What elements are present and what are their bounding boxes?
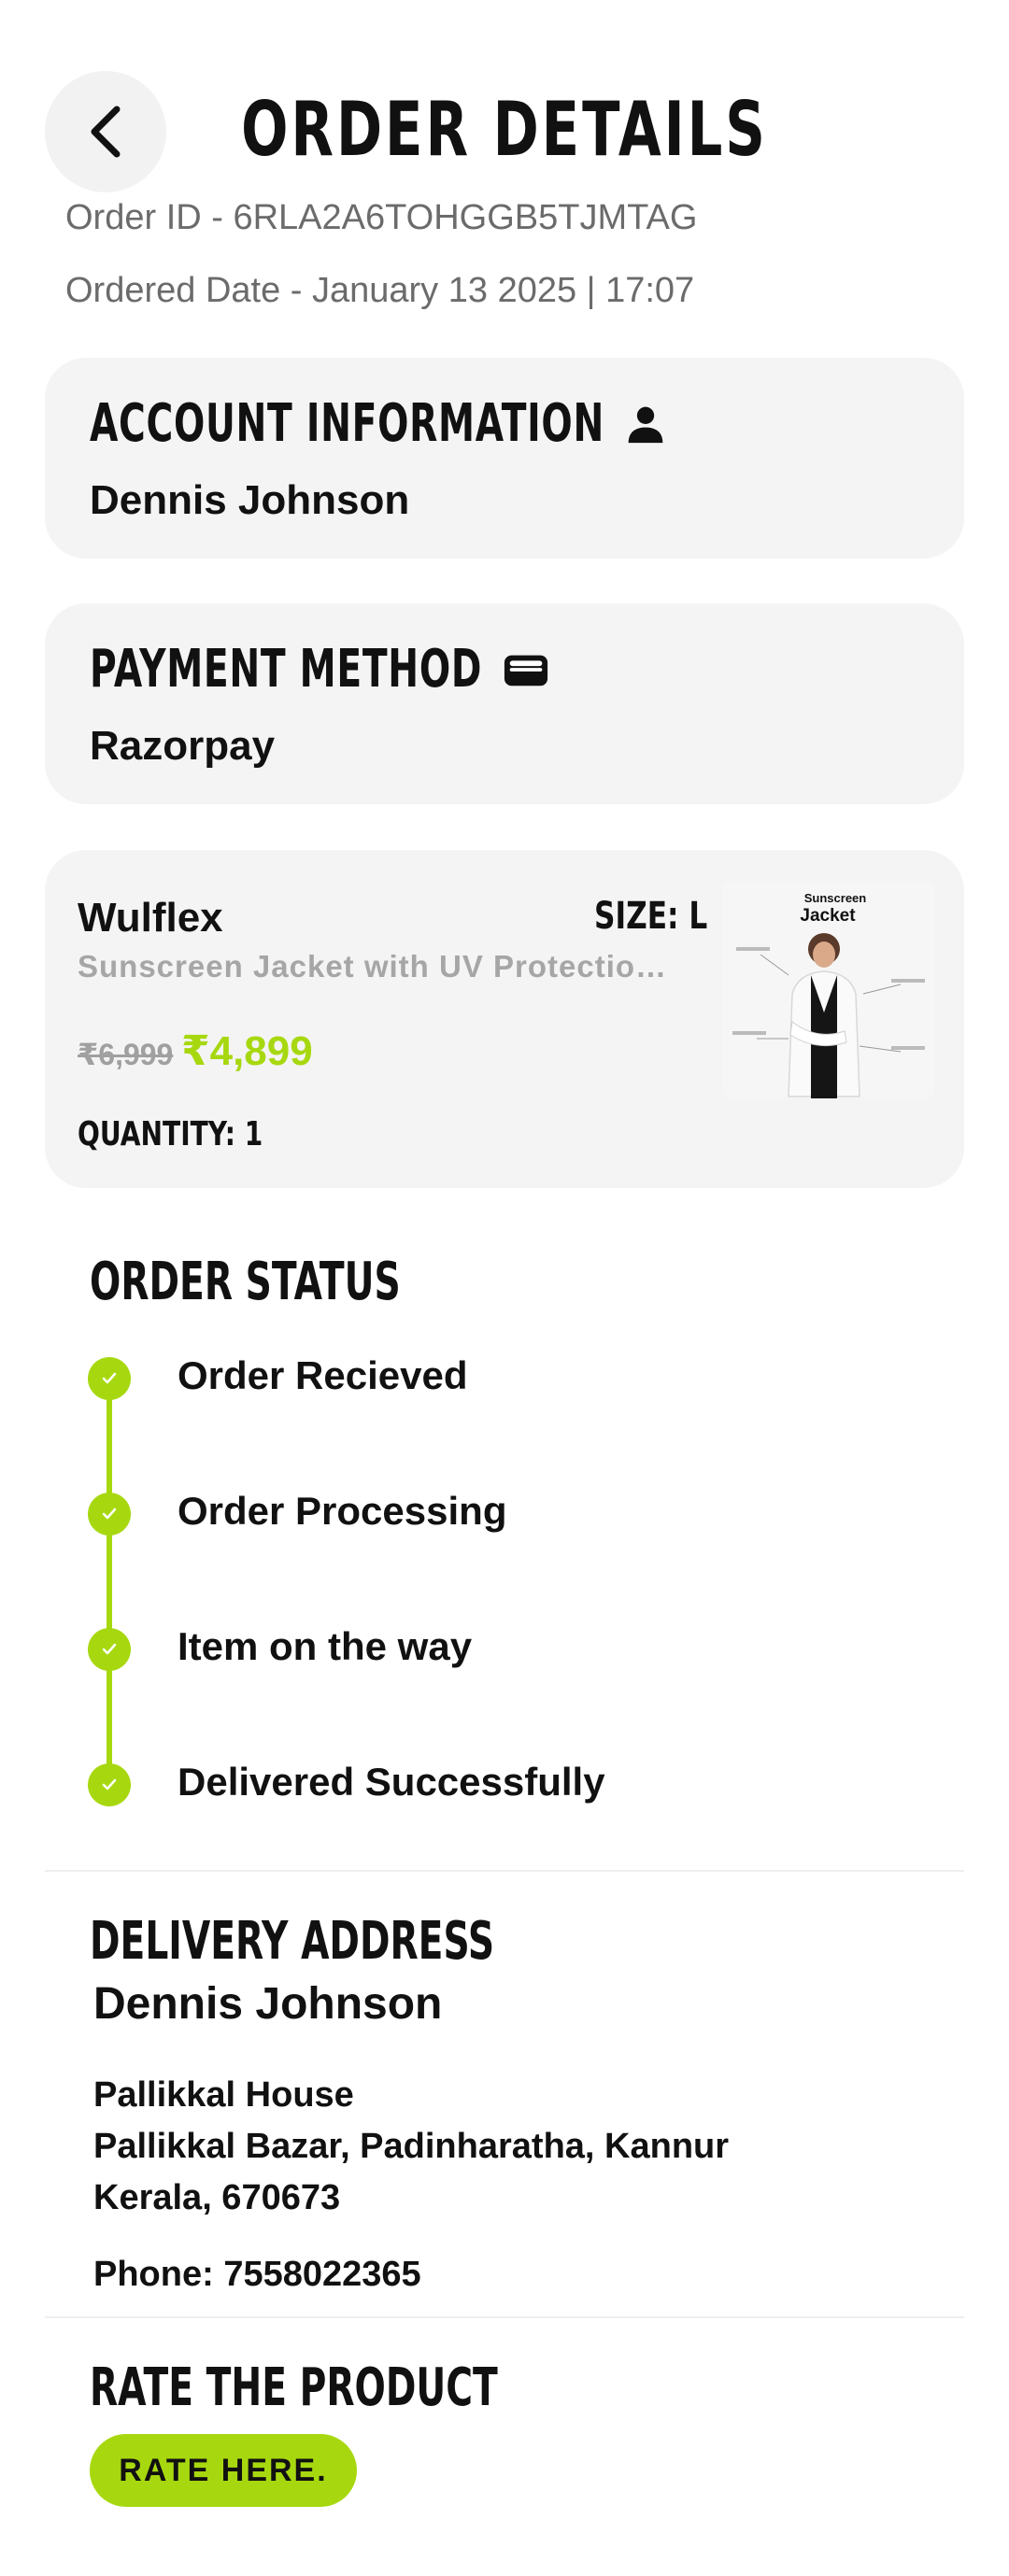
status-step-label: Delivered Successfully	[178, 1760, 605, 1804]
delivery-phone: Phone: 7558022365	[93, 2255, 421, 2294]
chevron-left-icon	[91, 106, 121, 158]
delivery-address-line2: Pallikkal Bazar, Padinharatha, Kannur	[93, 2127, 730, 2166]
product-mrp: ₹6,999	[78, 1038, 174, 1071]
status-step-check-icon	[88, 1763, 131, 1806]
product-price: ₹4,899	[181, 1028, 313, 1074]
delivery-name: Dennis Johnson	[93, 1979, 443, 2029]
status-step-label: Order Recieved	[178, 1353, 468, 1397]
product-card[interactable]: Wulflex SIZE: L Sunscreen Jacket with UV…	[45, 850, 964, 1188]
product-description: Sunscreen Jacket with UV Protection UPF …	[78, 949, 685, 984]
product-size: SIZE: L	[594, 895, 708, 938]
section-divider	[45, 2316, 964, 2318]
payment-method-value: Razorpay	[90, 723, 276, 769]
status-timeline-line	[107, 1377, 112, 1782]
status-step-check-icon	[88, 1357, 131, 1400]
account-name: Dennis Johnson	[90, 477, 410, 523]
ordered-date: Ordered Date - January 13 2025 | 17:07	[65, 271, 695, 310]
account-heading: ACCOUNT INFORMATION	[90, 393, 604, 454]
status-step-check-icon	[88, 1628, 131, 1671]
payment-heading-row: PAYMENT METHOD	[90, 639, 549, 700]
person-icon	[628, 406, 663, 443]
delivery-address-line3: Kerala, 670673	[93, 2178, 341, 2217]
section-divider	[45, 1870, 964, 1872]
payment-heading: PAYMENT METHOD	[90, 639, 483, 700]
account-heading-row: ACCOUNT INFORMATION	[90, 393, 666, 454]
status-step-label: Order Processing	[178, 1489, 507, 1533]
product-quantity: QUANTITY: 1	[78, 1115, 263, 1154]
payment-method-card: PAYMENT METHOD Razorpay	[45, 603, 964, 804]
image-title-line2: Jacket	[800, 906, 856, 926]
status-step-check-icon	[88, 1493, 131, 1536]
product-brand: Wulflex	[78, 895, 223, 941]
account-information-card: ACCOUNT INFORMATION Dennis Johnson	[45, 358, 964, 559]
delivery-address-heading: DELIVERY ADDRESS	[90, 1911, 495, 1972]
product-image: Sunscreen Jacket	[723, 882, 934, 1098]
rate-here-button[interactable]: RATE HERE.	[90, 2434, 357, 2507]
order-id: Order ID - 6RLA2A6TOHGGB5TJMTAG	[65, 198, 698, 237]
status-step-label: Item on the way	[178, 1624, 473, 1668]
image-title-line1: Sunscreen	[804, 891, 867, 905]
page-title: ORDER DETAILS	[241, 86, 768, 173]
wallet-icon	[504, 655, 548, 686]
rate-product-heading: RATE THE PRODUCT	[90, 2357, 498, 2418]
order-status-heading: ORDER STATUS	[90, 1252, 401, 1312]
delivery-address-line1: Pallikkal House	[93, 2075, 354, 2115]
